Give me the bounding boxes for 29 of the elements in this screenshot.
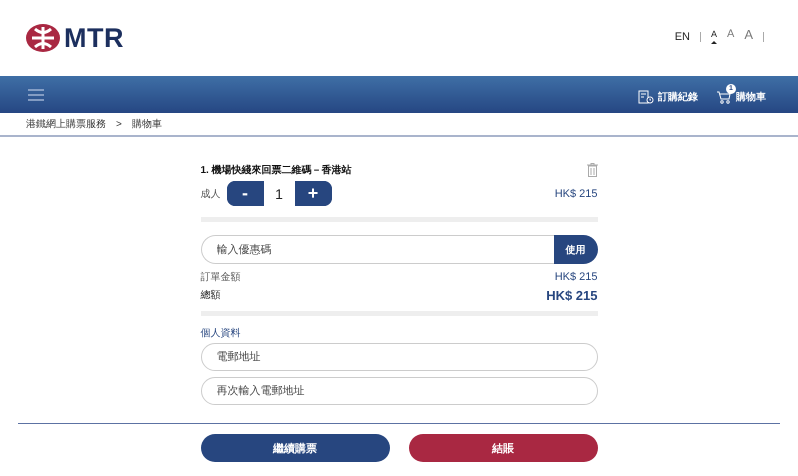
apply-button[interactable]: 使用 xyxy=(554,235,598,264)
passenger-type-label: 成人 xyxy=(200,188,220,200)
promo-code-field[interactable]: 輸入優惠碼 xyxy=(200,235,554,264)
section-heading: 個人資料 xyxy=(200,326,242,340)
logo-icon xyxy=(26,24,60,52)
subtotal-label: 訂單金額 xyxy=(200,270,240,284)
item-price: HK$ 215 xyxy=(554,188,598,200)
menu-icon[interactable] xyxy=(28,88,44,100)
subtotal-amount: HK$ 215 xyxy=(554,271,598,283)
breadcrumb-current: 購物車 xyxy=(132,118,162,131)
document-clock-icon xyxy=(638,90,654,104)
font-size-button[interactable]: A xyxy=(726,29,734,45)
language-link[interactable]: EN xyxy=(674,31,690,43)
item-title: 1. 機場快綫來回票二維碼－香港站 xyxy=(200,164,352,177)
logo-text: MTR xyxy=(64,22,124,54)
trash-icon[interactable] xyxy=(586,163,598,177)
checkout-button[interactable]: 結賬 xyxy=(408,434,598,462)
breadcrumb-separator: > xyxy=(116,118,122,130)
email-field[interactable]: 電郵地址 xyxy=(200,343,598,371)
cart-icon xyxy=(716,90,732,104)
quantity-field[interactable]: 1 xyxy=(264,181,294,206)
total-label: 總額 xyxy=(200,288,220,302)
email-field[interactable]: 再次輸入電郵地址 xyxy=(200,377,598,405)
total-amount: HK$ 215 xyxy=(546,288,598,302)
breadcrumb-link[interactable]: 港鐵網上購票服務 xyxy=(26,117,106,131)
font-size-button[interactable]: A xyxy=(744,28,753,46)
font-size-button[interactable]: A xyxy=(710,30,717,44)
continue-button[interactable]: 繼續購票 xyxy=(200,434,390,462)
order-history-link[interactable]: 訂購紀錄 xyxy=(634,82,702,106)
